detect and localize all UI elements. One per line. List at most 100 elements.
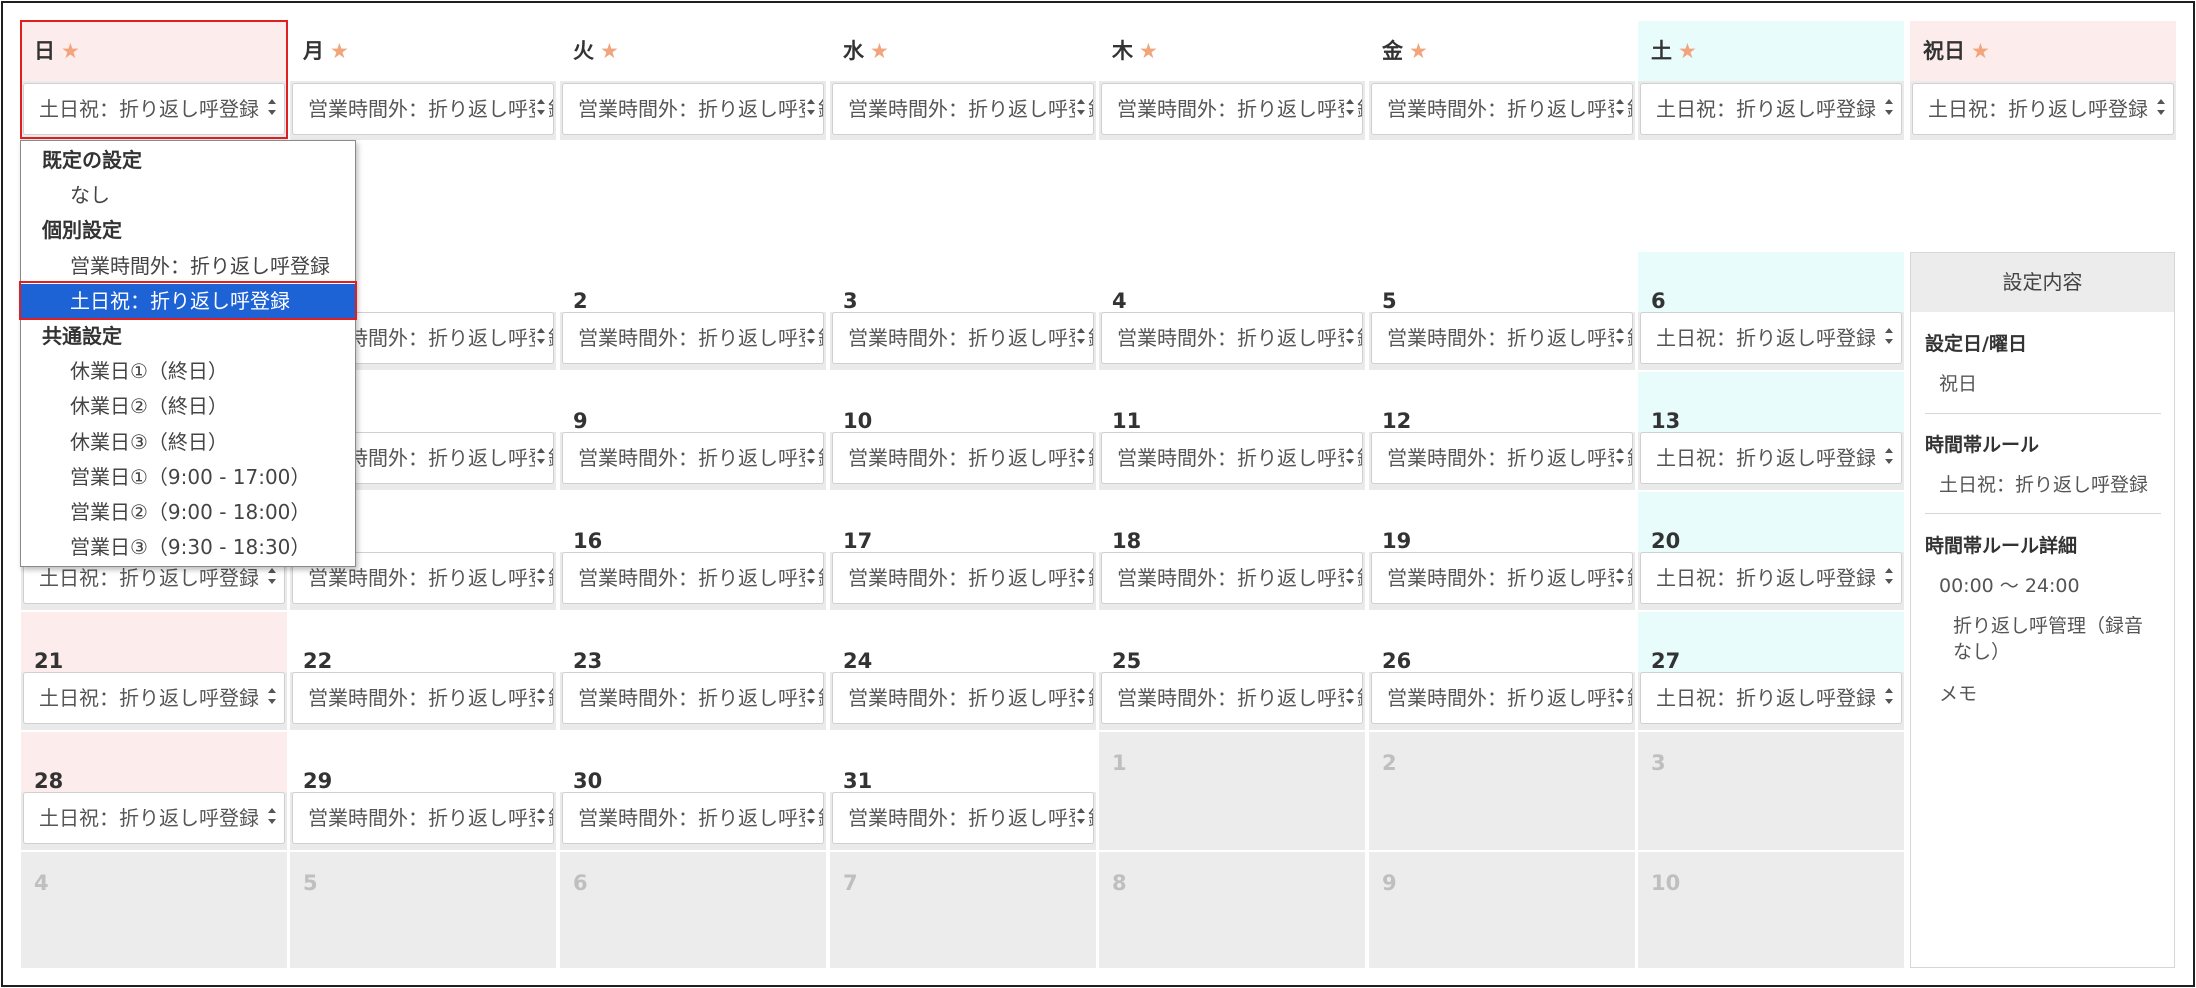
day-cell[interactable]: 2 営業時間外：折り返し呼登録: [560, 252, 826, 370]
day-cell[interactable]: 13 土日祝：折り返し呼登録: [1638, 372, 1904, 490]
day-cell[interactable]: 31 営業時間外：折り返し呼登録: [830, 732, 1096, 850]
day-header: 12: [1369, 372, 1635, 433]
rule-select[interactable]: 土日祝：折り返し呼登録: [1640, 672, 1902, 724]
rule-select[interactable]: 土日祝：折り返し呼登録: [23, 792, 285, 844]
day-cell[interactable]: 24 営業時間外：折り返し呼登録: [830, 612, 1096, 730]
rule-select[interactable]: 営業時間外：折り返し呼登録: [292, 672, 554, 724]
day-cell[interactable]: 11 営業時間外：折り返し呼登録: [1099, 372, 1365, 490]
rule-select[interactable]: 土日祝：折り返し呼登録: [1912, 83, 2174, 135]
rule-select[interactable]: 営業時間外：折り返し呼登録: [562, 792, 824, 844]
rule-select[interactable]: 営業時間外：折り返し呼登録: [292, 792, 554, 844]
day-cell[interactable]: 10: [1638, 852, 1904, 968]
day-header: 28: [21, 732, 287, 793]
day-cell[interactable]: 4: [21, 852, 287, 968]
rule-select-value: 土日祝：折り返し呼登録: [1656, 566, 1876, 590]
day-cell[interactable]: 6 土日祝：折り返し呼登録: [1638, 252, 1904, 370]
rule-select[interactable]: 営業時間外：折り返し呼登録: [562, 432, 824, 484]
day-cell[interactable]: 21 土日祝：折り返し呼登録: [21, 612, 287, 730]
day-cell[interactable]: 5: [290, 852, 556, 968]
weekday-cell: 金 ★ 営業時間外：折り返し呼登録: [1369, 21, 1635, 140]
select-arrows-icon: [1075, 447, 1087, 469]
day-cell[interactable]: 9: [1369, 852, 1635, 968]
rule-select[interactable]: 営業時間外：折り返し呼登録: [1371, 672, 1633, 724]
rule-select[interactable]: 土日祝：折り返し呼登録: [1640, 312, 1902, 364]
rule-select-value: 土日祝：折り返し呼登録: [1656, 97, 1876, 121]
dropdown-option[interactable]: 休業日③（終日）: [21, 425, 355, 459]
rule-select[interactable]: 営業時間外：折り返し呼登録: [1101, 432, 1363, 484]
rule-value: 土日祝：折り返し呼登録: [1939, 474, 2149, 496]
dropdown-option[interactable]: 休業日②（終日）: [21, 389, 355, 423]
rule-select-value: 営業時間外：折り返し呼登録: [578, 806, 824, 830]
rule-select[interactable]: 営業時間外：折り返し呼登録: [1371, 552, 1633, 604]
day-cell[interactable]: 28 土日祝：折り返し呼登録: [21, 732, 287, 850]
rule-select[interactable]: 営業時間外：折り返し呼登録: [562, 672, 824, 724]
day-cell[interactable]: 22 営業時間外：折り返し呼登録: [290, 612, 556, 730]
rule-select[interactable]: 営業時間外：折り返し呼登録: [1101, 83, 1363, 135]
rule-select[interactable]: 営業時間外：折り返し呼登録: [562, 312, 824, 364]
rule-select[interactable]: 土日祝：折り返し呼登録: [23, 672, 285, 724]
rule-select[interactable]: 営業時間外：折り返し呼登録: [832, 792, 1094, 844]
day-cell[interactable]: 8: [1099, 852, 1365, 968]
day-cell[interactable]: 5 営業時間外：折り返し呼登録: [1369, 252, 1635, 370]
dropdown-option[interactable]: 営業日①（9:00 - 17:00）: [21, 460, 355, 494]
rule-select[interactable]: 営業時間外：折り返し呼登録: [562, 83, 824, 135]
rule-select[interactable]: 営業時間外：折り返し呼登録: [832, 672, 1094, 724]
day-cell[interactable]: 25 営業時間外：折り返し呼登録: [1099, 612, 1365, 730]
rule-select[interactable]: 営業時間外：折り返し呼登録: [1101, 552, 1363, 604]
day-cell[interactable]: 12 営業時間外：折り返し呼登録: [1369, 372, 1635, 490]
day-cell[interactable]: 26 営業時間外：折り返し呼登録: [1369, 612, 1635, 730]
day-cell[interactable]: 23 営業時間外：折り返し呼登録: [560, 612, 826, 730]
rule-select[interactable]: 営業時間外：折り返し呼登録: [1101, 312, 1363, 364]
day-cell[interactable]: 20 土日祝：折り返し呼登録: [1638, 492, 1904, 610]
rule-select-value: 営業時間外：折り返し呼登録: [848, 326, 1094, 350]
day-cell[interactable]: 29 営業時間外：折り返し呼登録: [290, 732, 556, 850]
rule-select[interactable]: 営業時間外：折り返し呼登録: [832, 432, 1094, 484]
select-arrows-icon: [266, 807, 278, 829]
day-cell[interactable]: 10 営業時間外：折り返し呼登録: [830, 372, 1096, 490]
day-header: 2: [560, 252, 826, 313]
day-header: 29: [290, 732, 556, 793]
rule-select-value: 営業時間外：折り返し呼登録: [1387, 97, 1633, 121]
dropdown-option[interactable]: 休業日①（終日）: [21, 354, 355, 388]
day-cell[interactable]: 4 営業時間外：折り返し呼登録: [1099, 252, 1365, 370]
rule-select[interactable]: 営業時間外：折り返し呼登録: [1371, 312, 1633, 364]
rule-select[interactable]: 営業時間外：折り返し呼登録: [1101, 672, 1363, 724]
day-number: 10: [1651, 871, 1681, 895]
rule-select[interactable]: 営業時間外：折り返し呼登録: [292, 83, 554, 135]
day-cell[interactable]: 17 営業時間外：折り返し呼登録: [830, 492, 1096, 610]
day-cell[interactable]: 6: [560, 852, 826, 968]
rule-select[interactable]: 営業時間外：折り返し呼登録: [832, 552, 1094, 604]
day-cell[interactable]: 16 営業時間外：折り返し呼登録: [560, 492, 826, 610]
rule-select[interactable]: 土日祝：折り返し呼登録: [1640, 83, 1902, 135]
day-cell[interactable]: 18 営業時間外：折り返し呼登録: [1099, 492, 1365, 610]
weekday-label: 土: [1651, 39, 1672, 63]
dropdown-option[interactable]: なし: [21, 178, 355, 212]
dropdown-option[interactable]: 営業日②（9:00 - 18:00）: [21, 495, 355, 529]
select-arrows-icon: [1075, 807, 1087, 829]
day-cell[interactable]: 27 土日祝：折り返し呼登録: [1638, 612, 1904, 730]
star-icon: ★: [1678, 39, 1697, 63]
day-cell[interactable]: 2: [1369, 732, 1635, 850]
day-cell[interactable]: 7: [830, 852, 1096, 968]
rule-select[interactable]: 営業時間外：折り返し呼登録: [832, 83, 1094, 135]
day-cell[interactable]: 3: [1638, 732, 1904, 850]
star-icon: ★: [1139, 39, 1158, 63]
dropdown-option[interactable]: 営業時間外：折り返し呼登録: [21, 249, 355, 283]
rule-select[interactable]: 営業時間外：折り返し呼登録: [832, 312, 1094, 364]
select-arrows-icon: [535, 98, 547, 120]
day-cell[interactable]: 30 営業時間外：折り返し呼登録: [560, 732, 826, 850]
rule-select[interactable]: 営業時間外：折り返し呼登録: [1371, 432, 1633, 484]
day-cell[interactable]: 9 営業時間外：折り返し呼登録: [560, 372, 826, 490]
select-arrows-icon: [1344, 327, 1356, 349]
day-cell[interactable]: 1: [1099, 732, 1365, 850]
rule-select[interactable]: 土日祝：折り返し呼登録: [1640, 552, 1902, 604]
rule-select[interactable]: 土日祝：折り返し呼登録: [1640, 432, 1902, 484]
day-cell[interactable]: 19 営業時間外：折り返し呼登録: [1369, 492, 1635, 610]
select-arrows-icon: [1614, 687, 1626, 709]
dropdown-option[interactable]: 営業日③（9:30 - 18:30）: [21, 530, 355, 564]
rule-select[interactable]: 営業時間外：折り返し呼登録: [562, 552, 824, 604]
rule-select-value: 営業時間外：折り返し呼登録: [308, 686, 554, 710]
rule-select[interactable]: 営業時間外：折り返し呼登録: [1371, 83, 1633, 135]
dropdown-group-label: 既定の設定: [42, 148, 142, 172]
day-cell[interactable]: 3 営業時間外：折り返し呼登録: [830, 252, 1096, 370]
